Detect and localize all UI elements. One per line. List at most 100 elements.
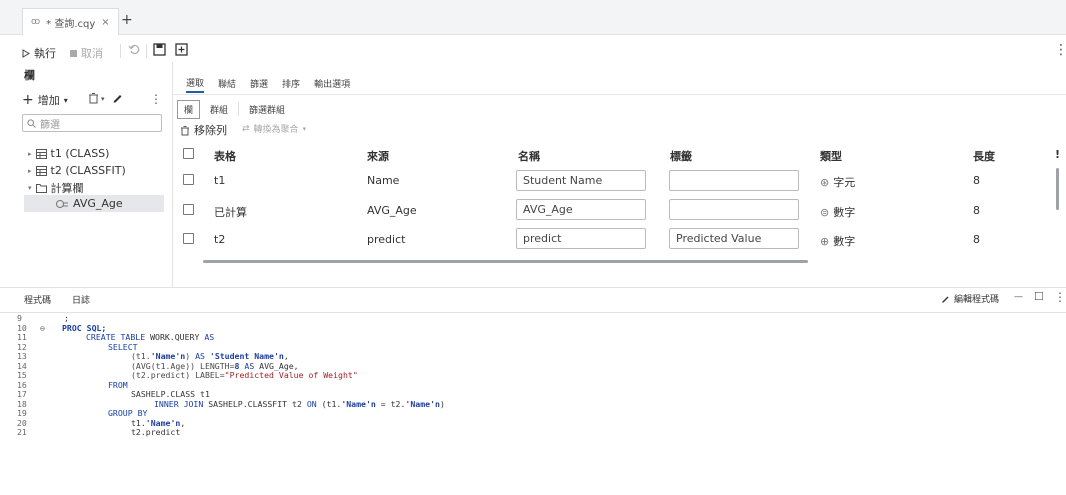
chevron-down-icon: ▾ [302, 124, 307, 133]
remove-row-button[interactable]: 移除列 [180, 122, 227, 138]
fold-icon[interactable]: ⊖ [40, 323, 45, 334]
computed-numeric-icon: ⊜ [820, 205, 830, 219]
edit-code-button[interactable]: 編輯程式碼 [941, 292, 999, 305]
col-header-label[interactable]: 標籤 [670, 148, 692, 164]
options-icon[interactable] [175, 43, 188, 56]
tabs-divider [172, 94, 1066, 95]
query-icon: ꝏ [31, 17, 41, 27]
col-header-overflow: ! [1055, 148, 1061, 161]
row-table: t2 [214, 233, 226, 246]
delete-dropdown-icon[interactable]: ▾ [101, 95, 105, 103]
row-type: ⊜ 數字 [820, 205, 856, 220]
tree-item-t1[interactable]: ▸ t1 (CLASS) [28, 147, 109, 160]
subtab-group[interactable]: 群組 [210, 103, 228, 116]
code-line: CREATE TABLE WORK.QUERY AS [86, 332, 215, 342]
delete-icon[interactable] [88, 92, 99, 104]
row-label-input[interactable] [669, 199, 799, 220]
row-source: Name [367, 174, 400, 187]
code-line: FROM [108, 379, 128, 390]
tab-label: * 查詢.cqy [46, 18, 96, 30]
bottom-more-icon[interactable]: ⋮ [1054, 290, 1066, 304]
tab-filter[interactable]: 篩選 [250, 75, 268, 92]
tab-bar [0, 0, 1066, 35]
column-search-input[interactable]: 篩選 [22, 114, 162, 132]
tab-code[interactable]: 程式碼 [24, 293, 51, 306]
line-number: 21 [17, 427, 27, 437]
col-header-type[interactable]: 類型 [820, 148, 842, 164]
table-icon [35, 148, 47, 159]
maximize-icon[interactable]: ☐ [1034, 290, 1044, 303]
bottom-tab-bar [0, 287, 1066, 313]
col-header-length[interactable]: 長度 [973, 148, 995, 164]
delete-icon [181, 125, 189, 135]
row-length: 8 [973, 204, 980, 217]
edit-pencil-icon[interactable] [112, 92, 123, 103]
row-length: 8 [973, 233, 980, 246]
row-type: ⊛ 字元 [820, 175, 856, 190]
code-line: (t2.predict) LABEL="Predicted Value of W… [131, 370, 358, 380]
grid-horizontal-scrollbar[interactable] [203, 260, 808, 263]
tab-log[interactable]: 日誌 [72, 293, 90, 306]
save-icon[interactable] [153, 43, 166, 56]
tab-join[interactable]: 聯結 [218, 75, 236, 92]
tree-item-computed[interactable]: ▾ 計算欄 [28, 180, 84, 196]
search-icon [27, 118, 36, 128]
select-all-checkbox[interactable] [183, 148, 194, 159]
tab-sort[interactable]: 排序 [282, 75, 300, 92]
row-source: AVG_Age [367, 204, 417, 217]
code-editor[interactable]: 9 10 ⊖ 11 12 13 14 15 16 17 18 19 20 21 … [0, 312, 1066, 495]
row-name-input[interactable]: AVG_Age [516, 199, 646, 220]
row-label-input[interactable]: Predicted Value [669, 228, 799, 249]
tree-item-avg-age-content: AVG_Age [56, 197, 123, 210]
row-name-input[interactable]: Student Name [516, 170, 646, 191]
character-type-icon: ⊛ [820, 175, 830, 189]
sub-tabs: 欄 群組 篩選群組 [177, 99, 285, 119]
row-label-input[interactable] [669, 170, 799, 191]
row-name-input[interactable]: predict [516, 228, 646, 249]
undo-icon[interactable] [128, 43, 140, 55]
tab-select[interactable]: 選取 [186, 74, 205, 93]
tab-close-icon[interactable]: × [101, 17, 109, 28]
add-tab-button[interactable]: + [121, 12, 133, 28]
expand-icon: ▸ [28, 149, 32, 158]
aggregate-icon: ⇄ [242, 123, 250, 134]
chevron-down-icon: ▾ [63, 95, 68, 105]
toolbar-separator-2 [146, 44, 147, 58]
table-icon [35, 165, 47, 176]
edit-pencil-icon [942, 296, 949, 303]
col-header-table[interactable]: 表格 [214, 148, 236, 164]
expand-icon: ▸ [28, 166, 32, 175]
minimize-icon[interactable]: — [1014, 292, 1023, 302]
subtab-filter-group[interactable]: 篩選群組 [249, 103, 285, 116]
code-line: t2.predict [131, 427, 181, 437]
editor-tab[interactable]: ꝏ * 查詢.cqy × [22, 8, 119, 35]
subtab-columns[interactable]: 欄 [177, 99, 201, 119]
computed-numeric-icon [56, 199, 68, 208]
row-source: predict [367, 233, 406, 246]
row-checkbox[interactable] [183, 233, 194, 244]
code-line: INNER JOIN SASHELP.CLASSFIT t2 ON (t1.'N… [154, 398, 445, 409]
toolbar-more-icon[interactable]: ⋮ [1054, 42, 1066, 58]
tab-output-options[interactable]: 輸出選項 [314, 75, 350, 92]
col-header-name[interactable]: 名稱 [518, 148, 540, 164]
left-more-icon[interactable]: ⋮ [150, 92, 162, 106]
tree-item-t2[interactable]: ▸ t2 (CLASSFIT) [28, 164, 126, 177]
col-header-source[interactable]: 來源 [367, 148, 389, 164]
row-type: ⊕ 數字 [820, 234, 856, 249]
folder-icon [35, 184, 47, 193]
numeric-type-icon: ⊕ [820, 234, 830, 248]
run-button[interactable]: 執行 [22, 45, 56, 61]
add-column-button[interactable]: + 增加 ▾ [22, 92, 68, 108]
row-length: 8 [973, 174, 980, 187]
query-tabs: 選取 聯結 篩選 排序 輸出選項 [186, 72, 350, 94]
row-checkbox[interactable] [183, 174, 194, 185]
row-checkbox[interactable] [183, 204, 194, 215]
grid-vertical-scrollbar[interactable] [1056, 168, 1059, 210]
convert-aggregate-button[interactable]: ⇄ 轉換為聚合 ▾ [242, 122, 307, 136]
row-table: t1 [214, 174, 226, 187]
subtab-separator [238, 102, 240, 116]
row-table: 已計算 [214, 206, 247, 219]
plus-icon: + [22, 92, 34, 108]
cancel-button[interactable]: 取消 [70, 45, 103, 61]
columns-pane-title: 欄 [24, 69, 35, 82]
